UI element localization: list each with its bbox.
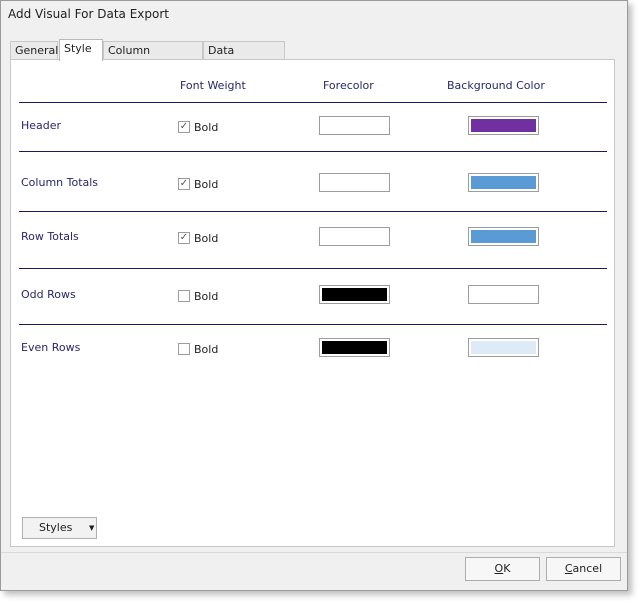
- forecolor-picker-column-totals[interactable]: [319, 173, 390, 192]
- row-label-header: Header: [21, 119, 62, 132]
- bold-label[interactable]: Bold: [194, 343, 218, 356]
- bold-label[interactable]: Bold: [194, 232, 218, 245]
- triangle-down-icon: ▼: [89, 524, 95, 532]
- row-label-even-rows: Even Rows: [21, 341, 81, 354]
- background-color-header: Background Color: [447, 79, 545, 92]
- row-label-odd-rows: Odd Rows: [21, 288, 76, 301]
- tab-general[interactable]: General: [10, 41, 58, 59]
- color-fill: [471, 119, 536, 132]
- bold-label[interactable]: Bold: [194, 178, 218, 191]
- background-picker-even-rows[interactable]: [468, 338, 539, 357]
- checkmark-icon: ✓: [179, 232, 189, 243]
- footer-divider: [1, 552, 627, 553]
- forecolor-picker-even-rows[interactable]: [319, 338, 390, 357]
- bold-checkbox-header[interactable]: ✓: [178, 121, 190, 133]
- row-label-column-totals: Column Totals: [21, 176, 99, 189]
- styles-button-label: Styles: [39, 521, 73, 534]
- ok-accelerator: O: [494, 562, 504, 575]
- add-visual-dialog: Add Visual For Data Export General Style…: [0, 0, 628, 591]
- bold-checkbox-odd-rows[interactable]: [178, 290, 190, 302]
- tab-column-formatting[interactable]: Column Formatting: [103, 41, 203, 75]
- checkmark-icon: ✓: [179, 178, 189, 189]
- tab-data-validation[interactable]: Data Validation: [203, 41, 285, 75]
- cancel-button[interactable]: Cancel: [546, 557, 621, 581]
- background-picker-row-totals[interactable]: [468, 227, 539, 246]
- font-weight-header: Font Weight: [180, 79, 246, 92]
- bold-checkbox-column-totals[interactable]: ✓: [178, 178, 190, 190]
- cancel-label-rest: ancel: [572, 562, 603, 575]
- color-fill: [471, 288, 536, 301]
- color-fill: [322, 176, 387, 189]
- divider: [19, 324, 607, 325]
- divider: [19, 102, 607, 103]
- ok-label-rest: K: [503, 562, 511, 575]
- divider: [19, 211, 607, 212]
- color-fill: [471, 341, 536, 354]
- bold-label[interactable]: Bold: [194, 121, 218, 134]
- bold-label[interactable]: Bold: [194, 290, 218, 303]
- tab-style[interactable]: Style: [59, 39, 103, 61]
- ok-button[interactable]: OK: [465, 557, 540, 581]
- color-fill: [322, 288, 387, 301]
- color-fill: [471, 176, 536, 189]
- color-fill: [322, 230, 387, 243]
- background-picker-odd-rows[interactable]: [468, 285, 539, 304]
- bold-checkbox-row-totals[interactable]: ✓: [178, 232, 190, 244]
- forecolor-picker-odd-rows[interactable]: [319, 285, 390, 304]
- forecolor-header: Forecolor: [323, 79, 374, 92]
- checkmark-icon: ✓: [179, 121, 189, 132]
- background-picker-column-totals[interactable]: [468, 173, 539, 192]
- forecolor-picker-row-totals[interactable]: [319, 227, 390, 246]
- bold-checkbox-even-rows[interactable]: [178, 343, 190, 355]
- color-fill: [322, 119, 387, 132]
- forecolor-picker-header[interactable]: [319, 116, 390, 135]
- background-picker-header[interactable]: [468, 116, 539, 135]
- color-fill: [471, 230, 536, 243]
- cancel-accelerator: C: [564, 562, 573, 575]
- row-label-row-totals: Row Totals: [21, 230, 79, 243]
- dialog-title: Add Visual For Data Export: [8, 7, 169, 21]
- styles-dropdown-button[interactable]: Styles ▼: [22, 517, 97, 539]
- divider: [19, 151, 607, 152]
- style-panel: Font Weight Forecolor Background Color H…: [10, 59, 615, 547]
- color-fill: [322, 341, 387, 354]
- divider: [19, 268, 607, 269]
